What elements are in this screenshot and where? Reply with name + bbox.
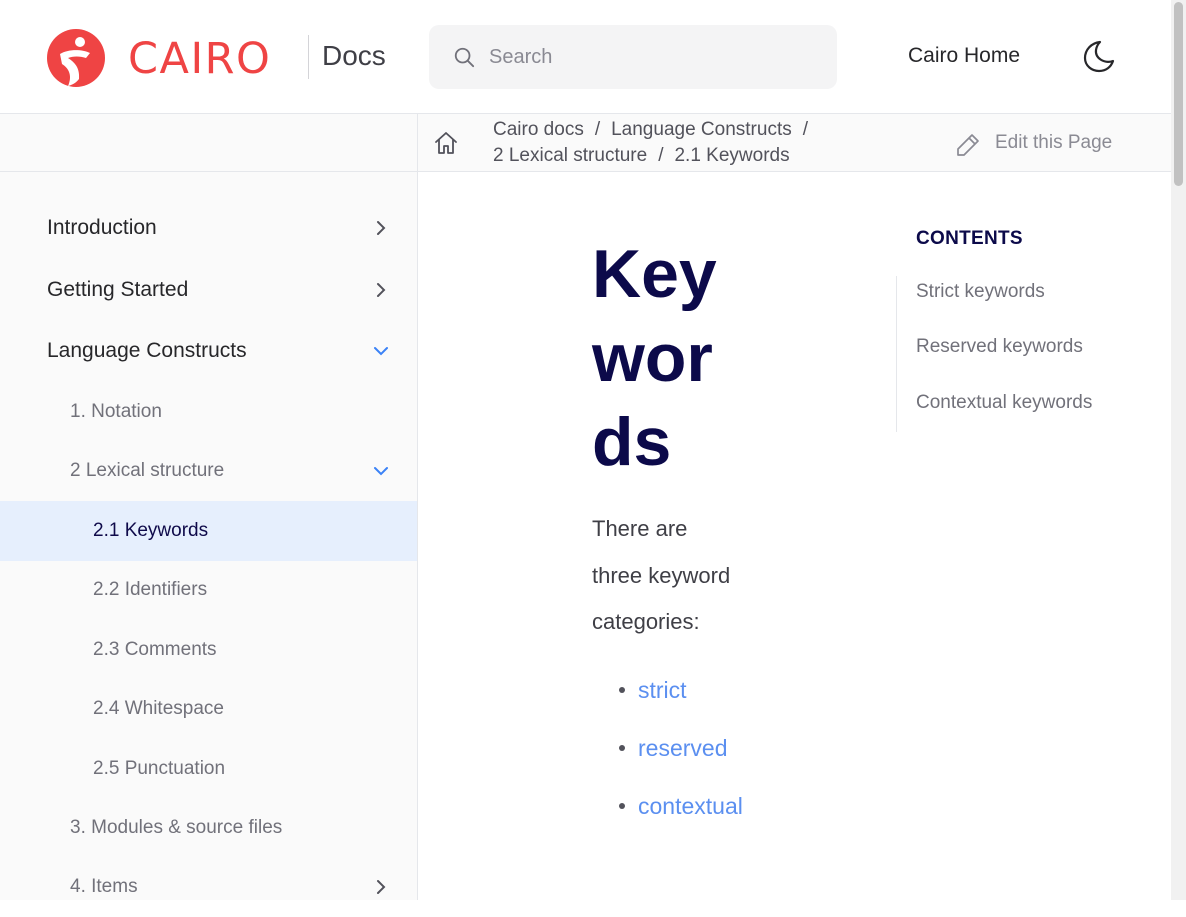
sidebar-item-introduction[interactable]: Introduction (0, 198, 417, 258)
logo-divider (308, 35, 309, 79)
breadcrumb-link[interactable]: 2 Lexical structure (493, 145, 647, 166)
sidebar-item-comments[interactable]: 2.3 Comments (0, 620, 417, 680)
search-icon (454, 47, 475, 68)
sidebar-item-label: 3. Modules & source files (70, 817, 283, 838)
breadcrumb-spacer (0, 114, 418, 171)
logo-wordmark[interactable]: CAIRO (128, 34, 271, 84)
intro-line: three keyword (592, 562, 731, 588)
moon-icon[interactable] (1080, 38, 1116, 74)
sidebar-item-label: 2.1 Keywords (93, 520, 209, 541)
cairo-logo-icon[interactable] (46, 29, 106, 87)
page-title: Key wor ds (592, 232, 792, 484)
toc-item-reserved[interactable]: Reserved keywords (916, 335, 1083, 359)
page-title-line: wor (592, 320, 713, 396)
bullet-icon (619, 803, 625, 809)
chevron-right-icon (377, 283, 386, 297)
scrollbar-thumb[interactable] (1174, 2, 1183, 186)
page-title-line: Key (592, 236, 717, 312)
cairo-home-link[interactable]: Cairo Home (908, 43, 1020, 69)
home-icon[interactable] (433, 130, 459, 156)
sidebar-item-label: 2 Lexical structure (70, 460, 225, 481)
sidebar-item-label: 4. Items (70, 876, 138, 897)
sidebar-item-punctuation[interactable]: 2.5 Punctuation (0, 739, 417, 799)
intro-line: categories: (592, 609, 700, 634)
search-placeholder: Search (489, 46, 553, 68)
toc-item-contextual[interactable]: Contextual keywords (916, 391, 1092, 415)
intro-paragraph: There are three keyword categories: (592, 506, 792, 646)
sidebar-item-getting-started[interactable]: Getting Started (0, 260, 417, 320)
sidebar-item-label: 2.4 Whitespace (93, 698, 224, 719)
docs-label[interactable]: Docs (322, 38, 386, 74)
sidebar-item-label: Introduction (47, 216, 157, 239)
site-header: CAIRO Docs Search Cairo Home (0, 0, 1171, 114)
breadcrumb-separator: / (658, 145, 664, 166)
toc-rule (896, 276, 897, 432)
pencil-icon[interactable] (955, 132, 981, 158)
sidebar-item-modules[interactable]: 3. Modules & source files (0, 798, 417, 858)
breadcrumb: Cairo docs / Language Constructs / (493, 118, 819, 142)
breadcrumb-current[interactable]: 2.1 Keywords (674, 145, 789, 166)
search-box[interactable]: Search (429, 25, 837, 89)
sidebar-item-label: 1. Notation (70, 401, 162, 422)
edit-page-link[interactable]: Edit this Page (995, 131, 1112, 155)
sidebar-item-label: Language Constructs (47, 339, 247, 362)
breadcrumb-link[interactable]: Cairo docs (493, 119, 584, 140)
breadcrumb-separator: / (594, 119, 601, 140)
bullet-icon (619, 687, 625, 693)
reserved-link[interactable]: reserved (638, 725, 727, 771)
sidebar-item-language-constructs[interactable]: Language Constructs (0, 321, 417, 381)
chevron-down-icon (374, 467, 388, 476)
chevron-right-icon (377, 221, 386, 235)
intro-line: There are (592, 516, 688, 541)
sidebar-item-label: 2.3 Comments (93, 639, 217, 660)
sidebar-nav: Introduction Getting Started Language Co… (0, 172, 418, 900)
sidebar-item-lexical-structure[interactable]: 2 Lexical structure (0, 441, 417, 501)
sidebar-item-identifiers[interactable]: 2.2 Identifiers (0, 560, 417, 620)
breadcrumb-bar: Cairo docs / Language Constructs / 2 Lexica… (0, 114, 1171, 172)
contextual-link[interactable]: contextual (638, 783, 743, 829)
sidebar-item-notation[interactable]: 1. Notation (0, 382, 417, 442)
strict-link[interactable]: strict (638, 667, 687, 713)
bullet-icon (619, 745, 625, 751)
sidebar-item-keywords[interactable]: 2.1 Keywords (0, 501, 417, 561)
breadcrumb-link[interactable]: Language Constructs (611, 119, 792, 140)
sidebar-item-label: 2.2 Identifiers (93, 579, 208, 600)
sidebar-item-label: 2.5 Punctuation (93, 758, 226, 779)
chevron-down-icon (374, 347, 388, 356)
scrollbar[interactable] (1171, 0, 1186, 900)
toc-item-strict[interactable]: Strict keywords (916, 280, 1045, 304)
sidebar-item-items[interactable]: 4. Items (0, 857, 417, 917)
breadcrumb-separator: / (802, 119, 809, 140)
chevron-right-icon (377, 880, 386, 894)
toc-title: CONTENTS (916, 228, 1023, 249)
page-title-line: ds (592, 404, 672, 480)
breadcrumb-line-2: 2 Lexical structure / 2.1 Keywords (493, 144, 790, 168)
sidebar-item-whitespace[interactable]: 2.4 Whitespace (0, 679, 417, 739)
sidebar-item-label: Getting Started (47, 278, 189, 301)
